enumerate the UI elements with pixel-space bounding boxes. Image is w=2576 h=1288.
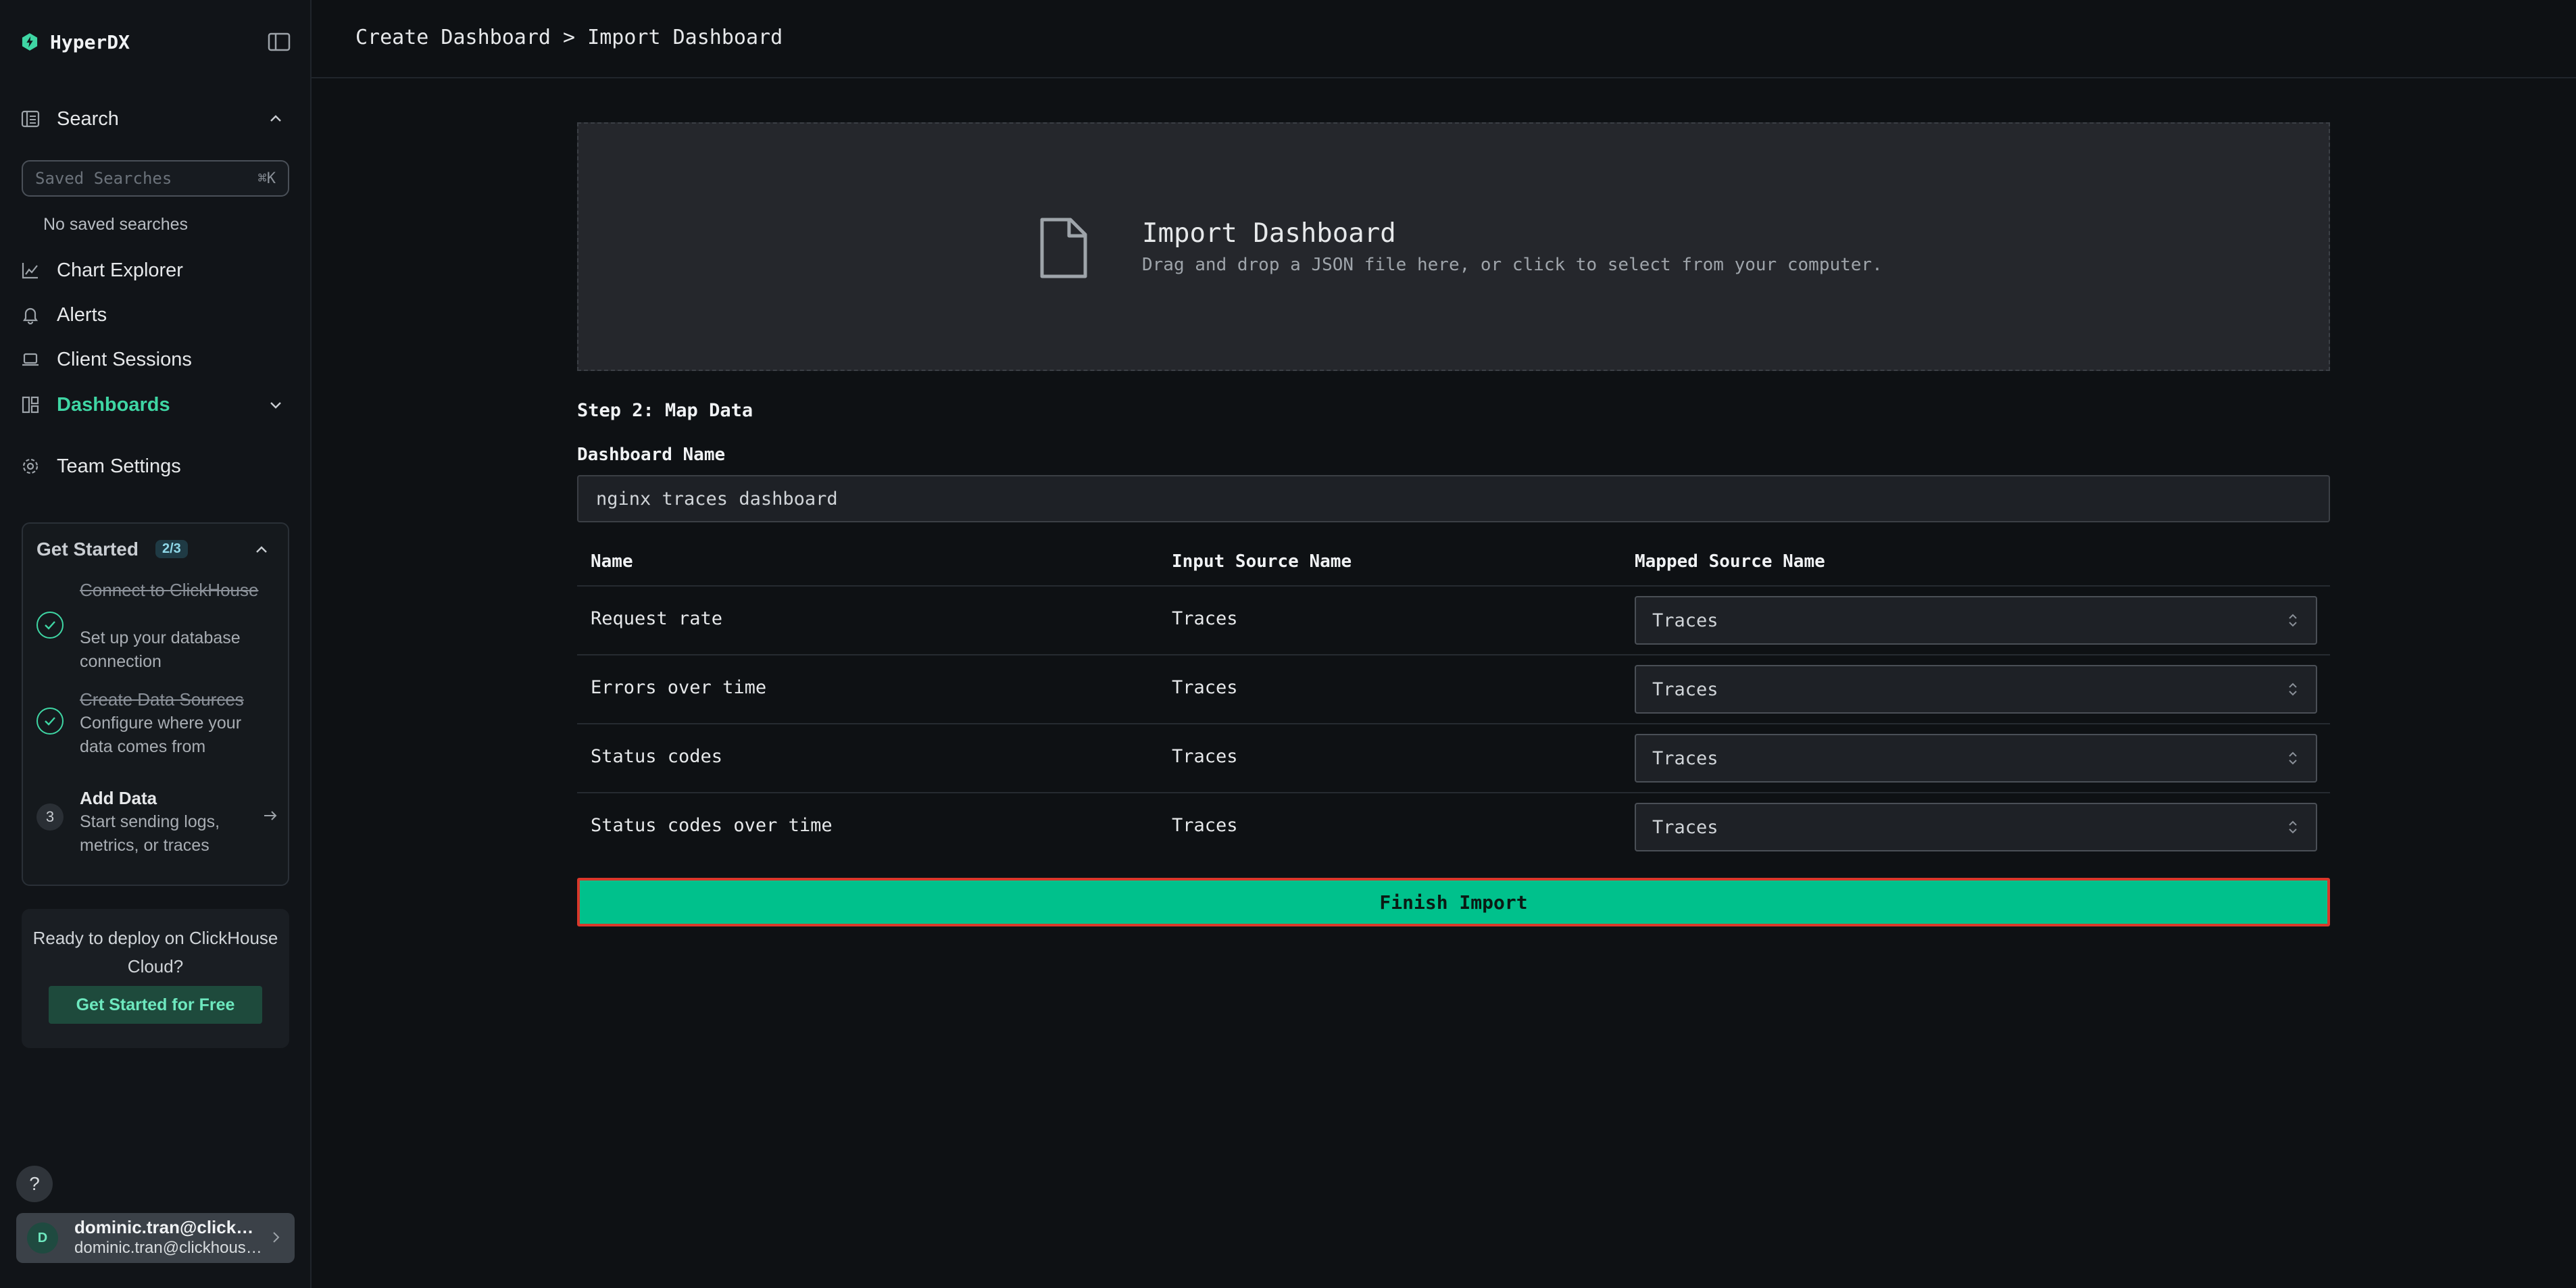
sidebar-item-search[interactable]: Search bbox=[20, 103, 291, 135]
step-add-data[interactable]: 3 Add Data Start sending logs, metrics, … bbox=[36, 786, 280, 860]
mapped-source-select[interactable]: Traces bbox=[1635, 803, 2317, 851]
row-name: Status codes over time bbox=[591, 815, 833, 836]
user-name: dominic.tran@clickhouse.com bbox=[74, 1217, 264, 1237]
sidebar-item-label: Chart Explorer bbox=[57, 259, 183, 281]
saved-searches-input[interactable]: Saved Searches ⌘K bbox=[22, 160, 289, 197]
row-name: Errors over time bbox=[591, 677, 767, 698]
shortcut-hint: ⌘K bbox=[257, 170, 276, 187]
top-bar: Create Dashboard > Import Dashboard bbox=[312, 0, 2576, 78]
deploy-text: Ready to deploy on ClickHouse Cloud? bbox=[32, 928, 278, 976]
chevron-down-icon[interactable] bbox=[266, 395, 285, 414]
step-title: Create Data Sources bbox=[80, 689, 244, 710]
sidebar-item-team-settings[interactable]: Team Settings bbox=[20, 450, 291, 482]
step-description: Set up your database connection bbox=[80, 628, 241, 671]
step-connect-clickhouse[interactable]: Connect to ClickHouse Set up your databa… bbox=[36, 578, 280, 672]
sidebar: HyperDX Search Saved Searches ⌘K No save… bbox=[0, 0, 312, 1288]
dashboard-name-label: Dashboard Name bbox=[577, 445, 726, 465]
chevron-right-icon bbox=[273, 1232, 280, 1243]
sidebar-item-label: Search bbox=[57, 107, 119, 130]
row-name: Request rate bbox=[591, 608, 723, 629]
mapped-source-value: Traces bbox=[1652, 678, 1718, 700]
check-circle-icon bbox=[36, 612, 64, 639]
chevron-up-down-icon bbox=[2289, 820, 2297, 834]
table-row: Status codes Traces Traces bbox=[577, 723, 2330, 792]
mapped-source-select[interactable]: Traces bbox=[1635, 596, 2317, 645]
sidebar-item-alerts[interactable]: Alerts bbox=[20, 299, 291, 331]
mapped-source-select[interactable]: Traces bbox=[1635, 665, 2317, 714]
logo[interactable]: HyperDX bbox=[20, 27, 291, 57]
get-started-title: Get Started bbox=[36, 539, 139, 560]
row-input-source: Traces bbox=[1172, 608, 1238, 629]
dashboard-name-input[interactable] bbox=[577, 475, 2330, 522]
breadcrumb: Create Dashboard > Import Dashboard bbox=[355, 26, 783, 49]
user-menu[interactable]: D dominic.tran@clickhouse.com dominic.tr… bbox=[16, 1213, 295, 1263]
hyperdx-logo-icon bbox=[22, 33, 38, 51]
check-circle-icon bbox=[36, 708, 64, 735]
gear-icon bbox=[20, 456, 41, 476]
chevron-up-icon[interactable] bbox=[266, 109, 285, 128]
mapped-source-value: Traces bbox=[1652, 816, 1718, 838]
chevron-up-down-icon bbox=[2289, 751, 2297, 765]
row-input-source: Traces bbox=[1172, 677, 1238, 698]
step-title: Step 2: Map Data bbox=[577, 400, 753, 421]
sidebar-item-client-sessions[interactable]: Client Sessions bbox=[20, 343, 291, 376]
file-icon bbox=[1040, 218, 1087, 278]
finish-import-button[interactable]: Finish Import bbox=[577, 878, 2330, 926]
table-row: Request rate Traces Traces bbox=[577, 585, 2330, 654]
step-create-data-sources[interactable]: Create Data Sources Configure where your… bbox=[36, 687, 280, 762]
user-email: dominic.tran@clickhouse.com bbox=[74, 1239, 264, 1257]
app-name: HyperDX bbox=[50, 30, 130, 53]
bell-icon bbox=[20, 305, 41, 325]
mapped-source-value: Traces bbox=[1652, 747, 1718, 769]
list-icon bbox=[20, 109, 41, 129]
column-header-mapped-source: Mapped Source Name bbox=[1635, 551, 1825, 572]
row-input-source: Traces bbox=[1172, 815, 1238, 836]
step-title: Add Data bbox=[80, 788, 157, 808]
sidebar-item-chart-explorer[interactable]: Chart Explorer bbox=[20, 254, 291, 287]
row-name: Status codes bbox=[591, 746, 723, 767]
mapped-source-value: Traces bbox=[1652, 610, 1718, 631]
no-saved-searches: No saved searches bbox=[43, 215, 189, 234]
get-started-panel: Get Started 2/3 Connect to ClickHouse Se… bbox=[22, 522, 289, 886]
saved-searches-placeholder: Saved Searches bbox=[35, 169, 172, 188]
row-input-source: Traces bbox=[1172, 746, 1238, 767]
sidebar-item-label: Client Sessions bbox=[57, 348, 192, 370]
layout-icon bbox=[20, 395, 41, 415]
chevron-up-down-icon bbox=[2289, 683, 2297, 696]
column-header-input-source: Input Source Name bbox=[1172, 551, 1352, 572]
table-row: Errors over time Traces Traces bbox=[577, 654, 2330, 723]
step-description: Start sending logs, metrics, or traces bbox=[80, 812, 220, 855]
step-number: 3 bbox=[36, 803, 64, 831]
import-dropzone[interactable]: Import Dashboard Drag and drop a JSON fi… bbox=[577, 122, 2330, 371]
avatar: D bbox=[27, 1222, 58, 1254]
sidebar-collapse-icon[interactable] bbox=[268, 32, 291, 51]
chevron-up-icon[interactable] bbox=[253, 541, 270, 559]
column-header-name: Name bbox=[591, 551, 633, 572]
progress-badge: 2/3 bbox=[155, 540, 188, 558]
deploy-card: Ready to deploy on ClickHouse Cloud? Get… bbox=[22, 909, 289, 1048]
get-started-free-button[interactable]: Get Started for Free bbox=[49, 986, 262, 1024]
help-button[interactable]: ? bbox=[16, 1166, 53, 1202]
laptop-icon bbox=[20, 349, 41, 370]
sidebar-item-label: Dashboards bbox=[57, 393, 170, 416]
arrow-right-icon bbox=[264, 811, 277, 820]
chevron-up-down-icon bbox=[2289, 614, 2297, 627]
step-description: Configure where your data comes from bbox=[80, 714, 242, 756]
table-row: Status codes over time Traces Traces bbox=[577, 792, 2330, 861]
mapped-source-select[interactable]: Traces bbox=[1635, 734, 2317, 783]
step-title: Connect to ClickHouse bbox=[80, 580, 259, 600]
import-subtitle: Drag and drop a JSON file here, or click… bbox=[1142, 255, 1883, 275]
sidebar-item-dashboards[interactable]: Dashboards bbox=[20, 389, 291, 421]
sidebar-item-label: Alerts bbox=[57, 303, 107, 326]
chart-line-icon bbox=[20, 260, 41, 280]
import-title: Import Dashboard bbox=[1142, 218, 1396, 249]
sidebar-item-label: Team Settings bbox=[57, 455, 181, 477]
